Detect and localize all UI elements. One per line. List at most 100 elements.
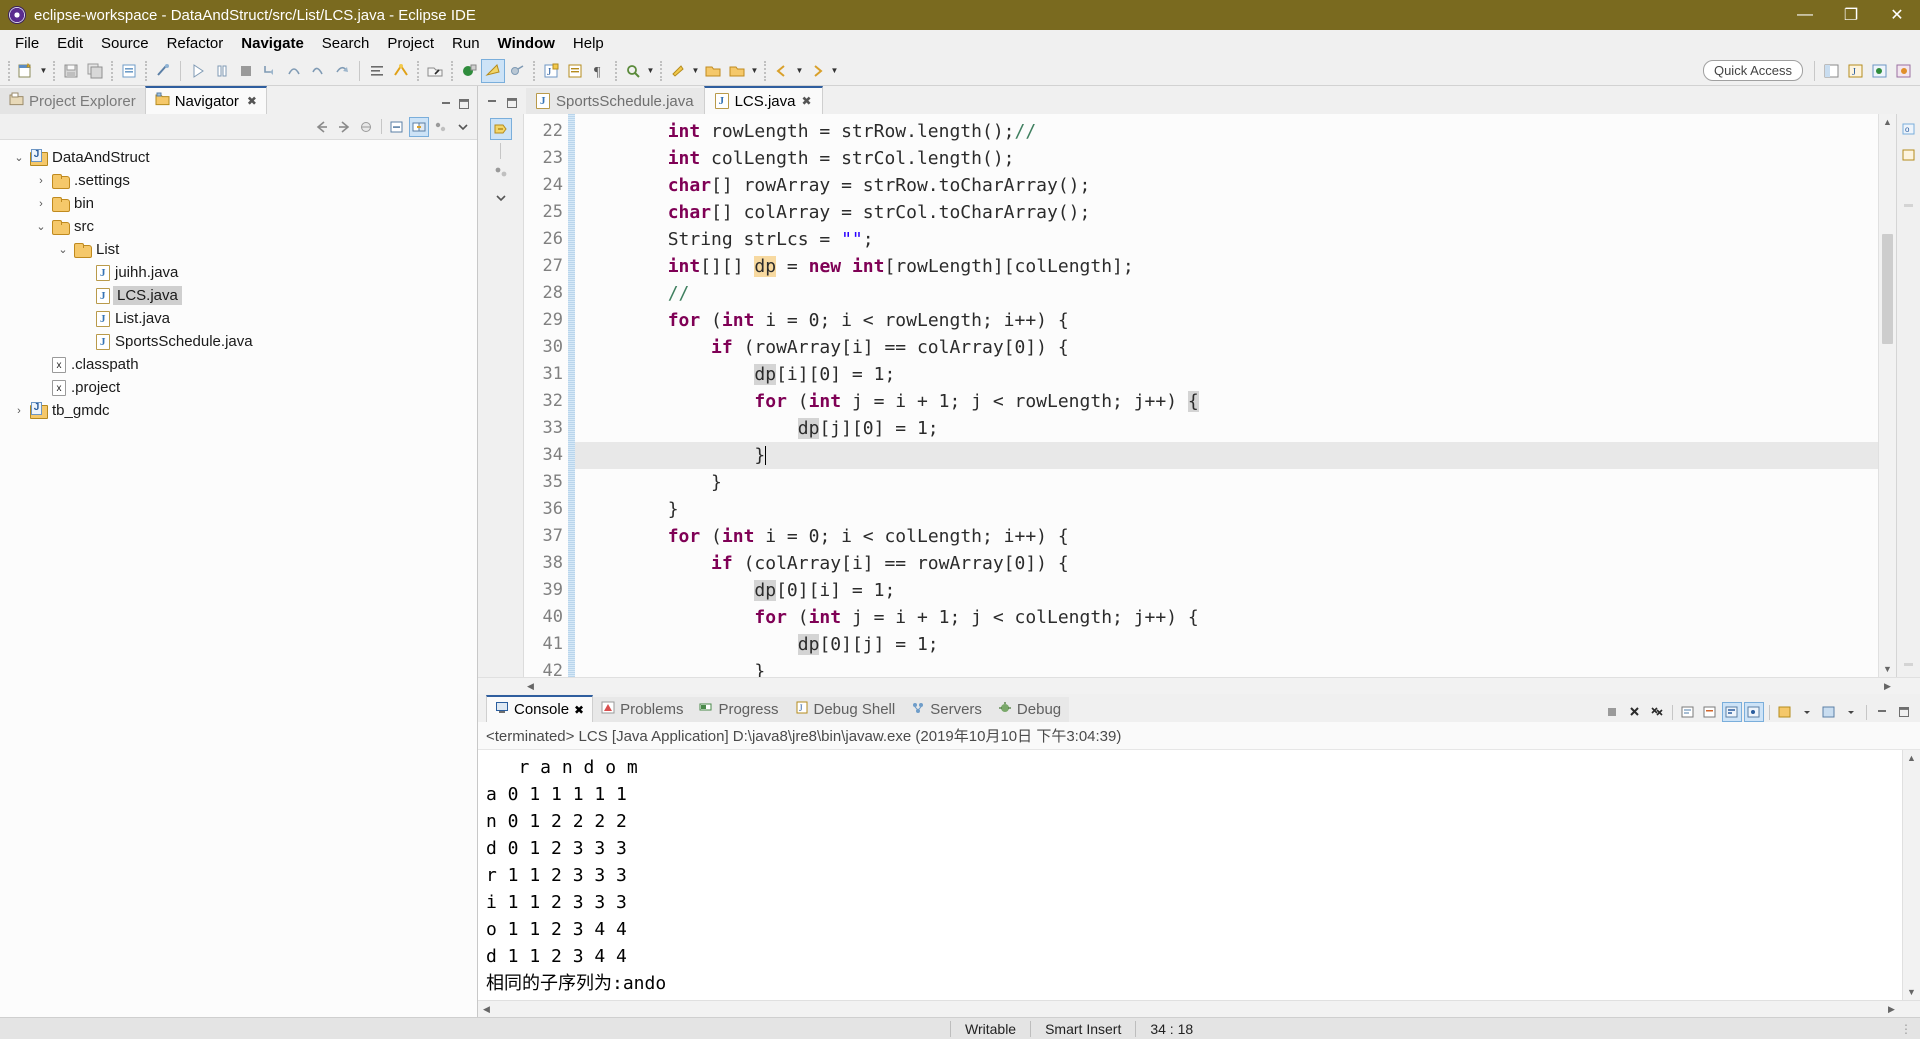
forward-arrow-icon[interactable] <box>334 117 354 137</box>
open-task-icon[interactable] <box>389 59 413 83</box>
new-java-file-icon[interactable] <box>117 59 141 83</box>
console-output[interactable]: r a n d o m a 0 1 1 1 1 1 n 0 1 2 2 2 2 d 0… <box>478 750 1902 1000</box>
minimize-console-icon[interactable] <box>1872 702 1892 722</box>
new-wizard-dropdown-icon[interactable]: ▼ <box>38 59 49 83</box>
pin-console-icon[interactable] <box>1744 702 1764 722</box>
code-line[interactable]: int[][] dp = new int[rowLength][colLengt… <box>575 253 1878 280</box>
step-into-icon[interactable] <box>258 59 282 83</box>
minimize-button[interactable]: — <box>1782 0 1828 30</box>
code-line[interactable]: } <box>575 496 1878 523</box>
scroll-right-icon[interactable]: ▶ <box>1879 678 1896 695</box>
perspective-java-icon[interactable]: J <box>1844 59 1868 83</box>
display-selected-console-icon[interactable] <box>1775 702 1795 722</box>
scroll-up-icon[interactable]: ▲ <box>1880 114 1896 130</box>
close-icon[interactable]: ✖ <box>574 703 584 717</box>
menu-help[interactable]: Help <box>564 33 613 54</box>
collapse-arrow-icon[interactable]: › <box>30 198 52 210</box>
run-as-icon[interactable] <box>481 58 505 83</box>
new-wizard-icon[interactable] <box>14 59 38 83</box>
tree-item[interactable]: › bin <box>0 192 477 215</box>
toggle-breadcrumb-icon[interactable] <box>489 118 512 140</box>
console-horizontal-scrollbar[interactable]: ◀ ▶ <box>478 1000 1920 1017</box>
menu-run[interactable]: Run <box>443 33 489 54</box>
back-arrow-icon[interactable] <box>312 117 332 137</box>
code-line[interactable]: int colLength = strCol.length(); <box>575 145 1878 172</box>
code-line[interactable]: for (int j = i + 1; j < colLength; j++) … <box>575 604 1878 631</box>
step-return-icon[interactable] <box>306 59 330 83</box>
maximize-editor-icon[interactable] <box>504 96 520 110</box>
code-line[interactable]: if (rowArray[i] == colArray[0]) { <box>575 334 1878 361</box>
code-line[interactable]: } <box>575 658 1878 677</box>
tree-item[interactable]: LCS.java <box>0 284 477 307</box>
view-tab-navigator[interactable]: Navigator ✖ <box>144 86 267 114</box>
code-line[interactable]: char[] rowArray = strRow.toCharArray(); <box>575 172 1878 199</box>
pause-icon[interactable] <box>210 59 234 83</box>
console-scroll-up-icon[interactable]: ▲ <box>1904 750 1920 766</box>
tree-item[interactable]: ⌄ DataAndStruct <box>0 146 477 169</box>
display-console-dropdown-icon[interactable] <box>1797 702 1817 722</box>
console-scroll-right-icon[interactable]: ▶ <box>1883 1001 1900 1018</box>
menu-navigate[interactable]: Navigate <box>232 33 313 54</box>
tree-item[interactable]: .classpath <box>0 353 477 376</box>
code-line[interactable]: dp[j][0] = 1; <box>575 415 1878 442</box>
code-line[interactable]: // <box>575 280 1878 307</box>
format-source-icon[interactable] <box>365 59 389 83</box>
home-icon[interactable] <box>356 117 376 137</box>
code-line[interactable]: dp[i][0] = 1; <box>575 361 1878 388</box>
open-resource-icon[interactable] <box>725 59 749 83</box>
view-members-icon[interactable] <box>490 162 512 184</box>
view-menu-icon[interactable] <box>453 117 473 137</box>
link-with-editor-icon[interactable] <box>409 116 429 137</box>
code-viewport[interactable]: 22 23 24 25 26 27 28 29 30 31 32 33 34 35 36 37 38 39 40 41… <box>524 114 1878 677</box>
console-tab-problems[interactable]: Problems <box>593 697 692 722</box>
source-code[interactable]: int rowLength = strRow.length();// int c… <box>575 114 1878 677</box>
stop-icon[interactable] <box>234 59 258 83</box>
remove-launch-icon[interactable] <box>1625 702 1645 722</box>
close-button[interactable]: ✕ <box>1874 0 1920 30</box>
step-over-icon[interactable] <box>282 59 306 83</box>
collapse-arrow-icon[interactable]: › <box>30 175 52 187</box>
code-line[interactable]: if (colArray[i] == rowArray[0]) { <box>575 550 1878 577</box>
save-all-icon[interactable] <box>83 59 107 83</box>
expand-arrow-icon[interactable]: ⌄ <box>8 151 30 164</box>
menu-search[interactable]: Search <box>313 33 379 54</box>
search-icon[interactable] <box>621 59 645 83</box>
new-class-icon[interactable] <box>563 59 587 83</box>
console-scroll-down-icon[interactable]: ▼ <box>1904 984 1920 1000</box>
quick-access-field[interactable]: Quick Access <box>1702 60 1803 81</box>
clear-console-icon[interactable] <box>1678 702 1698 722</box>
run-icon[interactable] <box>186 59 210 83</box>
code-line[interactable]: for (int i = 0; i < rowLength; i++) { <box>575 307 1878 334</box>
code-line[interactable]: } <box>575 469 1878 496</box>
expand-arrow-icon[interactable]: ⌄ <box>30 220 52 233</box>
search-dropdown-icon[interactable]: ▼ <box>645 59 656 83</box>
view-tab-project-explorer[interactable]: Project Explorer <box>0 88 145 114</box>
external-tools-icon[interactable] <box>505 59 529 83</box>
console-tab-console[interactable]: Console ✖ <box>486 695 594 722</box>
console-tab-debug[interactable]: Debug <box>989 697 1070 722</box>
editor-tab-lcs[interactable]: LCS.java ✖ <box>703 86 823 114</box>
perspective-other-icon[interactable] <box>1892 59 1916 83</box>
console-tab-servers[interactable]: Servers <box>903 697 990 722</box>
minimize-editor-icon[interactable] <box>484 96 500 110</box>
open-type-icon[interactable] <box>423 59 447 83</box>
code-line[interactable]: } <box>575 442 1878 469</box>
code-line[interactable]: for (int j = i + 1; j < rowLength; j++) … <box>575 388 1878 415</box>
menu-window[interactable]: Window <box>489 33 564 54</box>
scroll-left-icon[interactable]: ◀ <box>522 678 539 695</box>
save-icon[interactable] <box>59 59 83 83</box>
resume-icon[interactable] <box>330 59 354 83</box>
tree-item[interactable]: .project <box>0 376 477 399</box>
debug-icon[interactable] <box>457 59 481 83</box>
maximize-view-icon[interactable] <box>457 97 471 114</box>
last-edit-dropdown-icon[interactable]: ▼ <box>690 59 701 83</box>
mark-occurrence-rail-icon[interactable] <box>1898 144 1920 166</box>
terminate-icon[interactable] <box>1603 702 1623 722</box>
remove-all-launches-icon[interactable] <box>1647 702 1667 722</box>
open-resource-dropdown-icon[interactable]: ▼ <box>749 59 760 83</box>
editor-menu-icon[interactable] <box>490 187 512 209</box>
close-icon[interactable]: ✖ <box>801 94 811 108</box>
code-line[interactable]: String strLcs = ""; <box>575 226 1878 253</box>
console-vertical-scrollbar[interactable]: ▲ ▼ <box>1902 750 1920 1000</box>
close-icon[interactable]: ✖ <box>247 94 257 108</box>
